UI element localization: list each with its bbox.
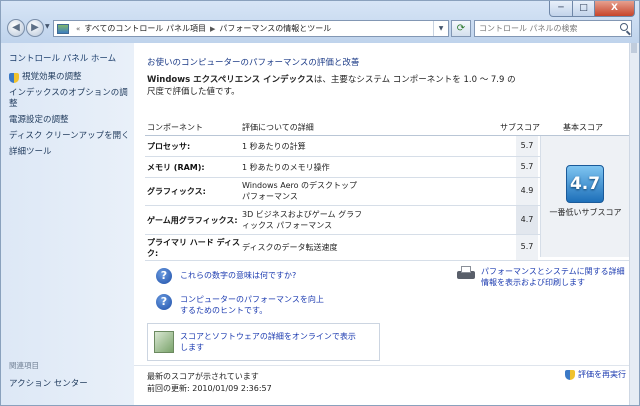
- base-score-badge: 4.7: [566, 165, 604, 203]
- breadcrumb-item-performance[interactable]: パフォーマンスの情報とツール: [219, 23, 331, 34]
- breadcrumb-separator-icon[interactable]: ▶: [210, 25, 215, 33]
- print-details-link[interactable]: パフォーマンスとシステムに関する詳細情報を表示および印刷します: [457, 266, 627, 288]
- task-indexing-options[interactable]: インデックスのオプションの調整: [9, 88, 131, 110]
- breadcrumb-overflow-icon[interactable]: «: [76, 25, 80, 33]
- component-detail: ディスクのデータ転送速度: [242, 243, 338, 252]
- task-label: インデックスのオプションの調整: [9, 88, 128, 109]
- component-detail: Windows Aero のデスクトップ パフォーマンス: [242, 181, 358, 201]
- task-visual-effects[interactable]: 視覚効果の調整: [9, 72, 131, 83]
- wei-brand: Windows エクスペリエンス インデックス: [147, 75, 314, 85]
- control-panel-icon: [57, 23, 69, 34]
- subscore-cell: 4.9: [516, 178, 538, 205]
- subscore-value: 5.7: [520, 162, 534, 171]
- task-disk-cleanup[interactable]: ディスク クリーンアップを開く: [9, 131, 131, 142]
- help-performance-tips[interactable]: ? コンピューターのパフォーマンスを向上するためのヒントです。: [156, 294, 336, 316]
- control-panel-window: ─ □ X ◀ ▶ ▼ « すべてのコントロール パネル項目 ▶ パフォーマンス…: [0, 0, 640, 406]
- subscore-cell-lowest: 4.7: [516, 206, 538, 234]
- subscore-cell: 5.7: [516, 136, 538, 156]
- online-link-text[interactable]: スコアとソフトウェアの詳細をオンラインで表示します: [180, 331, 360, 353]
- header-subscore: サブスコア: [500, 123, 540, 132]
- help-question-icon: ?: [156, 294, 172, 310]
- subscore-value: 5.7: [520, 242, 534, 251]
- component-name: グラフィックス:: [147, 187, 206, 196]
- back-button[interactable]: ◀: [7, 19, 25, 37]
- component-name: ゲーム用グラフィックス:: [147, 216, 238, 225]
- window-controls: ─ □ X: [549, 1, 635, 17]
- software-box-icon: [154, 331, 174, 353]
- component-name: プロセッサ:: [147, 142, 191, 151]
- last-update-status: 前回の更新: 2010/01/09 2:36:57: [147, 384, 272, 393]
- subscore-value: 5.7: [520, 141, 534, 150]
- task-label: 詳細ツール: [9, 147, 52, 157]
- help-link-text[interactable]: これらの数字の意味は何ですか?: [180, 268, 296, 281]
- base-score-label: 一番低いサブスコア: [549, 208, 622, 217]
- title-bar: ─ □ X ◀ ▶ ▼ « すべてのコントロール パネル項目 ▶ パフォーマンス…: [1, 1, 639, 43]
- action-center-link[interactable]: アクション センター: [9, 377, 88, 389]
- rerun-link-text[interactable]: 評価を再実行: [578, 369, 626, 380]
- description: Windows エクスペリエンス インデックスは、主要なシステム コンポーネント…: [147, 74, 517, 98]
- task-pane: コントロール パネル ホーム 視覚効果の調整 インデックスのオプションの調整 電…: [1, 43, 134, 405]
- scrollbar-thumb[interactable]: [631, 43, 637, 53]
- maximize-button[interactable]: □: [573, 1, 595, 17]
- search-input[interactable]: [475, 21, 615, 35]
- component-detail: 3D ビジネスおよびゲーム グラフィックス パフォーマンス: [242, 210, 363, 230]
- shield-icon: [9, 73, 19, 83]
- vertical-scrollbar[interactable]: [629, 43, 639, 405]
- breadcrumb-item-all-items[interactable]: すべてのコントロール パネル項目: [84, 23, 206, 34]
- search-box: [474, 20, 632, 37]
- header-base-score: 基本スコア: [563, 123, 603, 132]
- task-list: 視覚効果の調整 インデックスのオプションの調整 電源設定の調整 ディスク クリー…: [9, 72, 131, 163]
- last-score-status: 最新のスコアが示されています: [147, 372, 259, 381]
- help-link-text[interactable]: コンピューターのパフォーマンスを向上するためのヒントです。: [180, 294, 325, 316]
- help-question-icon: ?: [156, 268, 172, 284]
- subscore-cell: 5.7: [516, 157, 538, 177]
- table-header: コンポーネント 評価についての詳細 サブスコア 基本スコア: [145, 117, 629, 136]
- task-label: ディスク クリーンアップを開く: [9, 131, 130, 141]
- header-detail: 評価についての詳細: [242, 123, 314, 132]
- recent-pages-icon[interactable]: ▼: [45, 23, 50, 30]
- score-table: コンポーネント 評価についての詳細 サブスコア 基本スコア プロセッサ: 1 秒…: [145, 117, 630, 261]
- related-heading: 関連項目: [9, 361, 39, 370]
- component-name: メモリ (RAM):: [147, 163, 205, 172]
- component-detail: 1 秒あたりのメモリ操作: [242, 163, 330, 172]
- search-icon[interactable]: [620, 23, 628, 31]
- close-button[interactable]: X: [595, 1, 635, 17]
- component-name: プライマリ ハード ディスク:: [147, 238, 241, 258]
- printer-icon: [457, 266, 475, 280]
- shield-icon: [565, 369, 575, 380]
- component-detail: 1 秒あたりの計算: [242, 142, 306, 151]
- address-bar[interactable]: « すべてのコントロール パネル項目 ▶ パフォーマンスの情報とツール ▼: [53, 20, 449, 37]
- base-score-column: 4.7 一番低いサブスコア: [540, 136, 630, 257]
- refresh-button[interactable]: ⟳: [451, 20, 471, 37]
- control-panel-home-link[interactable]: コントロール パネル ホーム: [9, 52, 116, 64]
- subscore-value: 4.7: [520, 215, 534, 224]
- footer-divider: [134, 365, 630, 366]
- header-component: コンポーネント: [147, 123, 203, 132]
- rerun-assessment-link[interactable]: 評価を再実行: [565, 369, 626, 380]
- print-link-text[interactable]: パフォーマンスとシステムに関する詳細情報を表示および印刷します: [481, 266, 626, 288]
- main-content: お使いのコンピューターのパフォーマンスの評価と改善 Windows エクスペリエ…: [134, 43, 630, 405]
- page-title: お使いのコンピューターのパフォーマンスの評価と改善: [147, 58, 360, 68]
- task-power-settings[interactable]: 電源設定の調整: [9, 115, 131, 126]
- task-label: 電源設定の調整: [9, 115, 69, 125]
- minimize-button[interactable]: ─: [549, 1, 573, 17]
- online-details-box[interactable]: スコアとソフトウェアの詳細をオンラインで表示します: [147, 323, 380, 361]
- address-dropdown-icon[interactable]: ▼: [433, 21, 448, 36]
- task-advanced-tools[interactable]: 詳細ツール: [9, 147, 131, 158]
- help-what-numbers-mean[interactable]: ? これらの数字の意味は何ですか?: [156, 268, 356, 284]
- subscore-value: 4.9: [520, 186, 534, 195]
- task-label: 視覚効果の調整: [22, 72, 82, 82]
- subscore-cell: 5.7: [516, 235, 538, 260]
- forward-button[interactable]: ▶: [26, 19, 44, 37]
